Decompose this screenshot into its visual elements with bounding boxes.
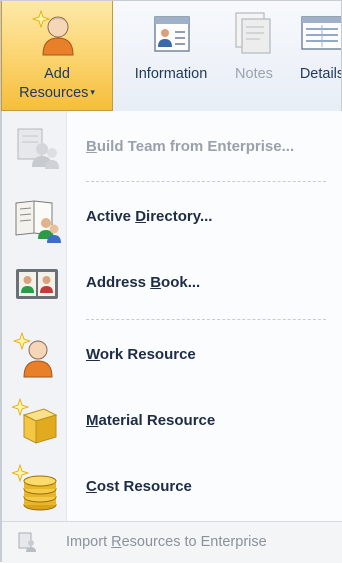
material-resource-icon bbox=[10, 397, 62, 447]
menu-item-work-resource-label: Work Resource bbox=[86, 346, 196, 363]
menu-item-import-resources-label: Import Resources to Enterprise bbox=[66, 534, 267, 550]
menu-item-material-resource[interactable]: Material Resource bbox=[2, 391, 342, 453]
notes-button[interactable]: Notes bbox=[225, 1, 283, 111]
work-resource-icon bbox=[12, 331, 62, 381]
menu-item-active-directory-label: Active Directory... bbox=[86, 208, 213, 225]
add-resources-label-line1: Add bbox=[44, 66, 70, 82]
menu-separator bbox=[86, 181, 326, 182]
menu-item-material-resource-label: Material Resource bbox=[86, 412, 216, 429]
address-book-icon bbox=[12, 259, 62, 309]
active-directory-icon bbox=[12, 193, 62, 243]
information-button[interactable]: Information bbox=[119, 1, 223, 111]
menu-item-active-directory[interactable]: Active Directory... bbox=[2, 187, 342, 249]
ribbon-bar: Add Resources ▾ Information Notes Detail… bbox=[1, 1, 341, 112]
add-resources-label-text: Resources bbox=[19, 85, 89, 101]
information-label: Information bbox=[134, 66, 208, 82]
menu-item-build-team-label: Build Team from Enterprise... bbox=[86, 138, 295, 155]
cost-resource-icon bbox=[10, 463, 62, 513]
import-resources-icon bbox=[16, 530, 40, 554]
information-card-icon bbox=[145, 7, 197, 59]
menu-item-build-team-from-enterprise[interactable]: Build Team from Enterprise... bbox=[2, 117, 342, 179]
chevron-down-icon: ▾ bbox=[90, 87, 95, 97]
menu-item-work-resource[interactable]: Work Resource bbox=[2, 325, 342, 387]
menu-item-address-book[interactable]: Address Book... bbox=[2, 253, 342, 315]
team-enterprise-icon bbox=[12, 123, 62, 173]
person-sparkle-icon bbox=[31, 7, 83, 59]
details-label: Details bbox=[299, 66, 341, 82]
menu-separator bbox=[86, 319, 326, 320]
details-button[interactable]: Details bbox=[287, 1, 341, 111]
add-resources-dropdown-menu: Build Team from Enterprise... Active Dir… bbox=[1, 111, 342, 563]
menu-item-import-resources-to-enterprise[interactable]: Import Resources to Enterprise bbox=[2, 521, 342, 563]
add-resources-window: Add Resources ▾ Information Notes Detail… bbox=[0, 0, 342, 563]
menu-item-cost-resource-label: Cost Resource bbox=[86, 478, 192, 495]
menu-item-address-book-label: Address Book... bbox=[86, 274, 201, 291]
add-resources-label-line2: Resources ▾ bbox=[2, 85, 112, 101]
notes-icon bbox=[228, 7, 280, 59]
notes-label: Notes bbox=[235, 66, 273, 82]
details-icon bbox=[296, 7, 341, 59]
menu-item-cost-resource[interactable]: Cost Resource bbox=[2, 457, 342, 519]
add-resources-button[interactable]: Add Resources ▾ bbox=[1, 1, 113, 111]
